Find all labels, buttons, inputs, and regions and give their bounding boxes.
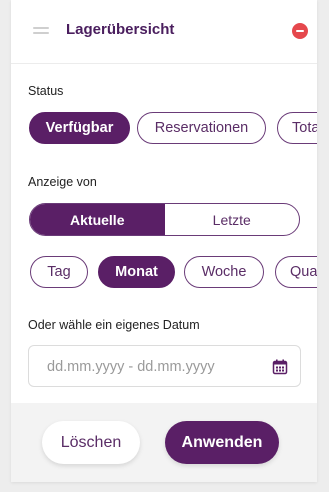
close-button[interactable] [292, 23, 308, 39]
apply-button[interactable]: Anwenden [165, 421, 279, 464]
period-option-quartal[interactable]: Qua [275, 256, 317, 288]
display-segmented-control: Aktuelle Letzte [29, 203, 300, 236]
calendar-icon[interactable] [272, 359, 288, 375]
status-label: Status [28, 84, 64, 98]
custom-date-label: Oder wähle ein eigenes Datum [28, 318, 200, 332]
segment-aktuelle[interactable]: Aktuelle [30, 204, 165, 235]
status-option-total[interactable]: Tota [277, 112, 317, 144]
status-option-verfuegbar[interactable]: Verfügbar [29, 112, 130, 144]
panel-footer: Löschen Anwenden [11, 403, 317, 482]
display-label: Anzeige von [28, 175, 97, 189]
drag-handle-icon[interactable] [33, 27, 49, 35]
panel-title: Lagerübersicht [66, 21, 175, 38]
date-range-field[interactable] [28, 345, 301, 387]
minus-icon [296, 30, 304, 32]
filter-panel: Lagerübersicht Status Verfügbar Reservat… [11, 0, 317, 482]
period-option-woche[interactable]: Woche [184, 256, 264, 288]
period-option-monat[interactable]: Monat [98, 256, 175, 288]
period-option-tag[interactable]: Tag [30, 256, 88, 288]
date-range-input[interactable] [47, 357, 257, 377]
clear-button[interactable]: Löschen [42, 421, 140, 464]
panel-header: Lagerübersicht [11, 0, 317, 64]
status-option-reservationen[interactable]: Reservationen [137, 112, 266, 144]
segment-letzte[interactable]: Letzte [165, 204, 300, 235]
